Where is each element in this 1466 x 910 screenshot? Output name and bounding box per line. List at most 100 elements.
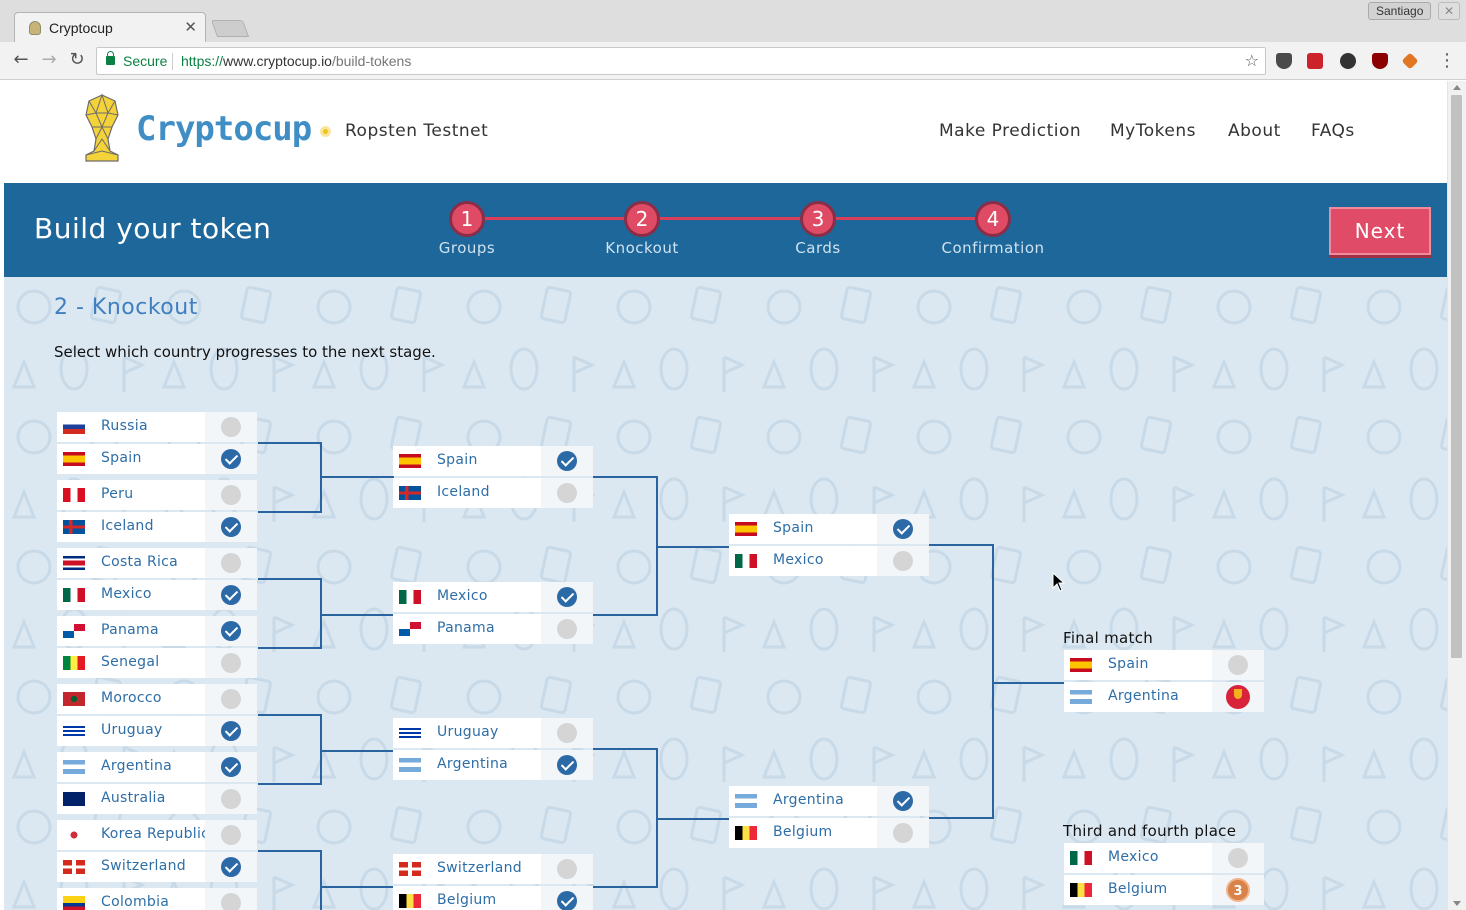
select-toggle[interactable] <box>541 750 593 780</box>
third-team-mexico[interactable]: Mexico <box>1064 843 1264 873</box>
select-toggle[interactable] <box>541 478 593 508</box>
r16-team-senegal[interactable]: Senegal <box>57 648 257 678</box>
r16-team-korea-republic[interactable]: Korea Republic <box>57 820 257 850</box>
browser-menu-icon[interactable]: ⋮ <box>1438 50 1456 71</box>
sf-team-argentina[interactable]: Argentina <box>729 786 929 816</box>
qf-team-uruguay[interactable]: Uruguay <box>393 718 593 748</box>
select-toggle[interactable] <box>205 616 257 646</box>
select-toggle[interactable] <box>205 580 257 610</box>
spain-flag-icon <box>735 522 757 536</box>
select-toggle[interactable] <box>205 716 257 746</box>
select-toggle[interactable] <box>205 684 257 714</box>
team-name: Panama <box>437 620 495 636</box>
nav-make-prediction[interactable]: Make Prediction <box>939 121 1081 141</box>
select-toggle[interactable] <box>205 512 257 542</box>
reload-icon[interactable]: ↻ <box>66 50 88 70</box>
nav-faqs[interactable]: FAQs <box>1311 121 1355 141</box>
r16-team-russia[interactable]: Russia <box>57 412 257 442</box>
r16-team-colombia[interactable]: Colombia <box>57 888 257 910</box>
step-confirmation[interactable]: 4 Confirmation <box>933 201 1053 257</box>
select-toggle[interactable] <box>205 548 257 578</box>
bookmark-star-icon[interactable]: ☆ <box>1245 51 1259 70</box>
step-cards[interactable]: 3 Cards <box>758 201 878 257</box>
browser-tab[interactable]: Cryptocup ✕ <box>14 12 206 43</box>
select-toggle[interactable] <box>541 718 593 748</box>
qf-team-switzerland[interactable]: Switzerland <box>393 854 593 884</box>
forward-arrow-icon[interactable]: → <box>38 50 60 70</box>
final-team-argentina[interactable]: Argentina <box>1064 682 1264 712</box>
scroll-thumb[interactable] <box>1451 95 1462 658</box>
r16-team-switzerland[interactable]: Switzerland <box>57 852 257 882</box>
select-toggle[interactable] <box>877 818 929 848</box>
r16-team-mexico[interactable]: Mexico <box>57 580 257 610</box>
select-toggle[interactable] <box>205 480 257 510</box>
final-team-spain[interactable]: Spain <box>1064 650 1264 680</box>
r16-team-uruguay[interactable]: Uruguay <box>57 716 257 746</box>
select-toggle[interactable] <box>541 446 593 476</box>
new-tab-button[interactable] <box>210 20 250 37</box>
select-toggle[interactable] <box>877 514 929 544</box>
address-bar[interactable]: Secure https://www.cryptocup.io/build-to… <box>96 47 1266 75</box>
lastpass-extension-icon[interactable] <box>1307 53 1323 69</box>
r16-team-morocco[interactable]: Morocco <box>57 684 257 714</box>
r16-team-peru[interactable]: Peru <box>57 480 257 510</box>
step-groups[interactable]: 1 Groups <box>407 201 527 257</box>
page-scrollbar[interactable] <box>1447 81 1466 910</box>
nav-mytokens[interactable]: MyTokens <box>1110 121 1196 141</box>
select-toggle[interactable] <box>205 852 257 882</box>
select-toggle[interactable] <box>205 752 257 782</box>
select-toggle[interactable] <box>205 888 257 910</box>
sf-team-spain[interactable]: Spain <box>729 514 929 544</box>
select-toggle[interactable] <box>877 546 929 576</box>
profile-button[interactable]: Santiago <box>1368 2 1432 20</box>
select-toggle[interactable] <box>541 886 593 910</box>
qf-team-panama[interactable]: Panama <box>393 614 593 644</box>
check-circle-icon <box>557 891 577 910</box>
team-name: Peru <box>101 486 134 502</box>
select-toggle[interactable] <box>1212 650 1264 680</box>
sf-team-belgium[interactable]: Belgium <box>729 818 929 848</box>
mascot-extension-icon[interactable] <box>1340 53 1356 69</box>
select-toggle[interactable] <box>205 820 257 850</box>
step-knockout[interactable]: 2 Knockout <box>582 201 702 257</box>
back-arrow-icon[interactable]: ← <box>10 50 32 70</box>
r16-team-costa-rica[interactable]: Costa Rica <box>57 548 257 578</box>
logo-text[interactable]: Cryptocup <box>136 109 312 149</box>
scroll-down-arrow-icon[interactable] <box>1453 901 1461 906</box>
unselected-circle-icon <box>221 653 241 673</box>
select-toggle[interactable] <box>541 614 593 644</box>
team-name: Uruguay <box>437 724 499 740</box>
next-button[interactable]: Next <box>1329 207 1431 255</box>
qf-team-mexico[interactable]: Mexico <box>393 582 593 612</box>
qf-team-belgium[interactable]: Belgium <box>393 886 593 910</box>
select-toggle[interactable] <box>205 444 257 474</box>
select-toggle[interactable] <box>1212 682 1264 712</box>
close-tab-icon[interactable]: ✕ <box>184 18 197 36</box>
qf-team-iceland[interactable]: Iceland <box>393 478 593 508</box>
select-toggle[interactable] <box>205 412 257 442</box>
trophy-logo-icon[interactable] <box>82 93 122 163</box>
select-toggle[interactable] <box>205 648 257 678</box>
select-toggle[interactable] <box>541 854 593 884</box>
select-toggle[interactable] <box>1212 843 1264 873</box>
r16-team-iceland[interactable]: Iceland <box>57 512 257 542</box>
sf-team-mexico[interactable]: Mexico <box>729 546 929 576</box>
nav-about[interactable]: About <box>1228 121 1281 141</box>
select-toggle[interactable]: 3 <box>1212 875 1264 905</box>
r16-team-argentina[interactable]: Argentina <box>57 752 257 782</box>
qf-team-argentina[interactable]: Argentina <box>393 750 593 780</box>
window-close-button[interactable]: ✕ <box>1438 2 1460 20</box>
pocket-extension-icon[interactable] <box>1276 53 1292 69</box>
qf-team-spain[interactable]: Spain <box>393 446 593 476</box>
r16-team-australia[interactable]: Australia <box>57 784 257 814</box>
r16-team-spain[interactable]: Spain <box>57 444 257 474</box>
scroll-up-arrow-icon[interactable] <box>1453 85 1461 90</box>
select-toggle[interactable] <box>877 786 929 816</box>
url-text[interactable]: https://www.cryptocup.io/build-tokens <box>181 53 411 69</box>
r16-team-panama[interactable]: Panama <box>57 616 257 646</box>
third-team-belgium[interactable]: Belgium 3 <box>1064 875 1264 905</box>
ublock-extension-icon[interactable] <box>1372 53 1388 69</box>
select-toggle[interactable] <box>541 582 593 612</box>
select-toggle[interactable] <box>205 784 257 814</box>
metamask-fox-icon[interactable] <box>1401 52 1419 70</box>
